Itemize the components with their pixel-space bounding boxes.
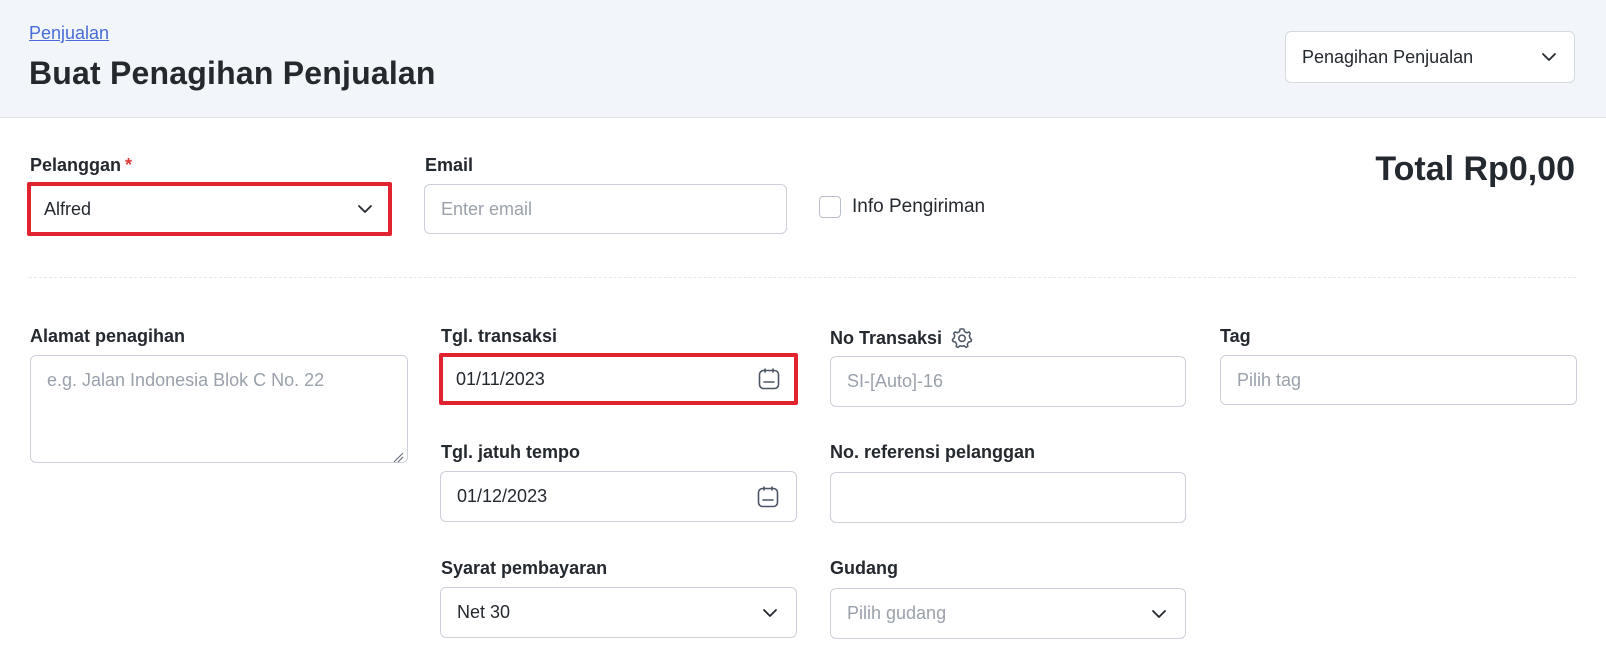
calendar-icon[interactable]	[756, 485, 780, 509]
page-title: Buat Penagihan Penjualan	[29, 55, 436, 91]
customer-ref-label: No. referensi pelanggan	[830, 442, 1036, 462]
customer-select[interactable]: Alfred	[27, 182, 392, 236]
billing-address-textarea[interactable]: e.g. Jalan Indonesia Blok C No. 22	[30, 355, 408, 463]
resize-handle-icon[interactable]	[392, 447, 404, 463]
tag-select[interactable]: Pilih tag	[1220, 355, 1577, 405]
payment-terms-select[interactable]: Net 30	[440, 587, 797, 638]
total-amount: Total Rp0,00	[1375, 150, 1575, 188]
transaction-date-value: 01/11/2023	[456, 368, 545, 389]
transaction-date-input[interactable]: 01/11/2023	[439, 353, 798, 405]
transaction-no-placeholder: SI-[Auto]-16	[847, 371, 944, 391]
warehouse-placeholder: Pilih gudang	[847, 603, 947, 623]
shipping-info-checkbox[interactable]	[819, 196, 841, 218]
email-label: Email	[425, 155, 474, 175]
due-date-value: 01/12/2023	[457, 486, 548, 506]
calendar-icon[interactable]	[757, 367, 781, 391]
shipping-info-label: Info Pengiriman	[852, 196, 986, 217]
chevron-down-icon	[355, 199, 375, 219]
due-date-label: Tgl. jatuh tempo	[441, 442, 580, 462]
shipping-info-toggle[interactable]: Info Pengiriman	[819, 196, 985, 218]
chevron-down-icon	[1540, 48, 1558, 66]
transaction-no-input[interactable]: SI-[Auto]-16	[830, 356, 1186, 407]
breadcrumb[interactable]: Penjualan	[29, 23, 109, 44]
page-header: Penjualan Buat Penagihan Penjualan Penag…	[0, 0, 1606, 118]
transaction-no-label: No Transaksi	[830, 326, 974, 350]
payment-terms-value: Net 30	[457, 602, 511, 622]
email-placeholder: Enter email	[441, 198, 533, 219]
billing-address-placeholder: e.g. Jalan Indonesia Blok C No. 22	[47, 370, 325, 390]
chevron-down-icon	[760, 603, 780, 623]
warehouse-label: Gudang	[830, 558, 898, 578]
transaction-type-value: Penagihan Penjualan	[1302, 46, 1474, 67]
email-field[interactable]: Enter email	[424, 184, 787, 234]
due-date-input[interactable]: 01/12/2023	[440, 471, 797, 522]
transaction-date-label: Tgl. transaksi	[441, 326, 558, 346]
tag-placeholder: Pilih tag	[1237, 369, 1302, 390]
customer-ref-input[interactable]	[830, 472, 1186, 523]
gear-icon[interactable]	[950, 326, 974, 350]
required-mark: *	[125, 155, 133, 175]
section-divider	[29, 277, 1576, 278]
warehouse-select[interactable]: Pilih gudang	[830, 588, 1186, 639]
customer-value: Alfred	[44, 198, 92, 219]
billing-address-label: Alamat penagihan	[30, 326, 186, 346]
tag-label: Tag	[1220, 326, 1251, 346]
customer-label: Pelanggan *	[30, 155, 133, 175]
transaction-type-select[interactable]: Penagihan Penjualan	[1285, 31, 1575, 83]
payment-terms-label: Syarat pembayaran	[441, 558, 608, 578]
chevron-down-icon	[1149, 604, 1169, 624]
